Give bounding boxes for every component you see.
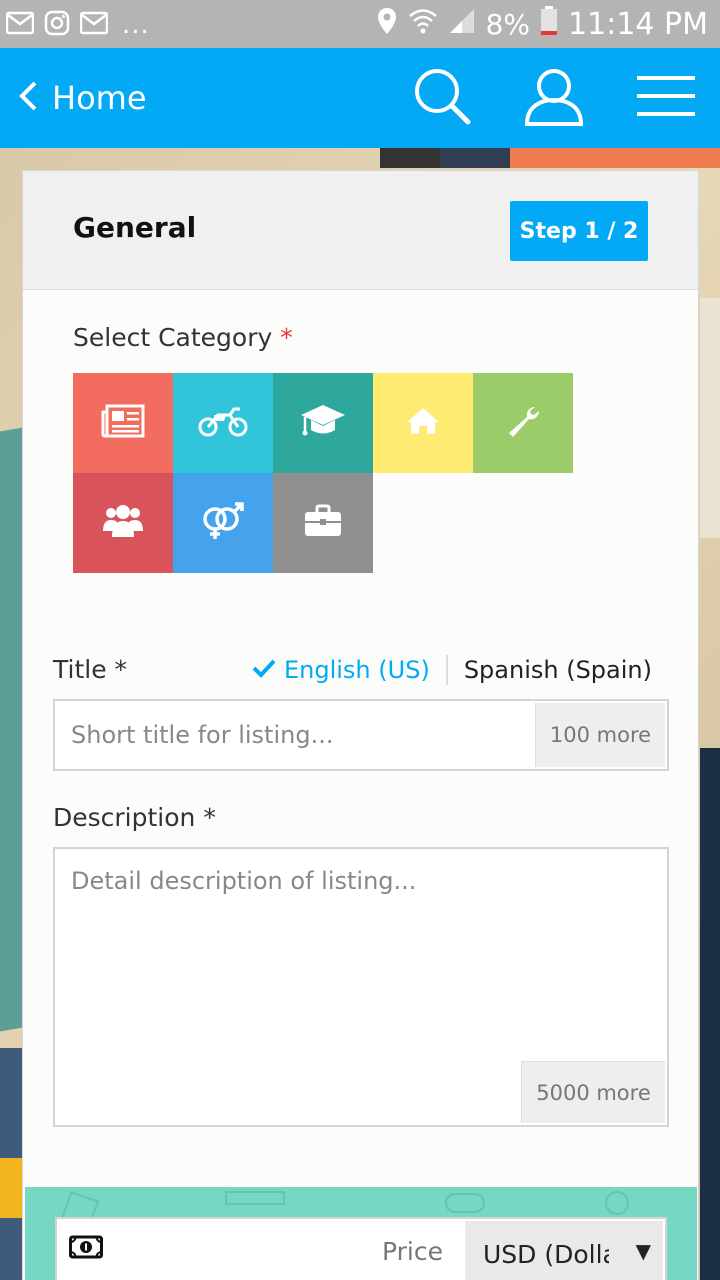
menu-button[interactable]	[634, 68, 698, 128]
graduation-cap-icon	[299, 403, 347, 443]
status-bar: ... 8% 11:14 PM	[0, 0, 720, 48]
step-badge: Step 1 / 2	[510, 201, 648, 261]
language-tabs: English (US) Spanish (Spain)	[252, 653, 652, 687]
description-char-counter: 5000 more	[521, 1061, 665, 1123]
category-real-estate[interactable]	[373, 373, 473, 473]
app-bar: Home	[0, 48, 720, 148]
description-label: Description *	[53, 803, 216, 832]
users-icon	[101, 503, 145, 543]
title-label: Title *	[53, 655, 128, 684]
select-category-label: Select Category *	[73, 323, 293, 352]
section-title: General	[73, 211, 197, 244]
battery-percent: 8%	[485, 7, 531, 41]
mail-icon	[5, 11, 35, 39]
back-home-button[interactable]: Home	[18, 74, 147, 122]
battery-low-icon	[540, 5, 558, 43]
tab-divider	[445, 655, 448, 685]
wifi-icon	[408, 7, 438, 42]
listing-form-card: General Step 1 / 2 Select Category * Tit…	[22, 170, 699, 1280]
more-notifications: ...	[122, 10, 150, 40]
user-icon	[523, 66, 585, 130]
tab-spanish-label: Spanish (Spain)	[463, 656, 652, 684]
required-mark: *	[280, 323, 293, 352]
instagram-icon	[44, 10, 70, 40]
tab-spanish[interactable]: Spanish (Spain)	[464, 656, 652, 684]
card-header: General Step 1 / 2	[23, 171, 698, 290]
title-field: 100 more	[53, 699, 669, 771]
category-vehicles[interactable]	[173, 373, 273, 473]
account-button[interactable]	[522, 68, 586, 128]
clock: 11:14 PM	[568, 6, 708, 42]
gender-icon	[201, 501, 245, 545]
description-field: 5000 more	[53, 847, 669, 1127]
currency-select[interactable]: USD (Dollar) ▼	[465, 1221, 663, 1280]
category-services[interactable]	[473, 373, 573, 473]
search-icon	[411, 66, 473, 130]
category-education[interactable]	[273, 373, 373, 473]
system-icons: 8% 11:14 PM	[376, 5, 708, 43]
chevron-left-icon	[18, 80, 38, 116]
price-field: Price USD (Dollar) ▼	[55, 1217, 667, 1280]
newspaper-icon	[101, 404, 145, 442]
category-news[interactable]	[73, 373, 173, 473]
motorcycle-icon	[198, 405, 248, 441]
money-icon	[69, 1235, 103, 1263]
menu-icon	[635, 74, 697, 122]
mail-icon	[79, 11, 109, 39]
dropdown-arrow-icon: ▼	[635, 1239, 651, 1263]
notification-icons: ...	[5, 10, 150, 40]
search-button[interactable]	[410, 68, 474, 128]
signal-icon	[448, 7, 476, 42]
category-jobs[interactable]	[273, 473, 373, 573]
check-icon	[252, 656, 276, 684]
category-personals[interactable]	[173, 473, 273, 573]
category-grid	[73, 373, 573, 573]
category-community[interactable]	[73, 473, 173, 573]
wrench-icon	[505, 403, 541, 443]
home-icon	[405, 406, 441, 440]
back-label: Home	[52, 79, 147, 117]
title-char-counter: 100 more	[535, 703, 665, 767]
briefcase-icon	[303, 504, 343, 542]
currency-value: USD (Dollar)	[483, 1239, 609, 1269]
title-input[interactable]	[55, 701, 533, 769]
tab-english[interactable]: English (US)	[252, 656, 430, 684]
price-section: Price USD (Dollar) ▼	[25, 1187, 697, 1280]
location-icon	[376, 7, 398, 42]
tab-english-label: English (US)	[283, 656, 430, 684]
price-label: Price	[382, 1237, 443, 1266]
